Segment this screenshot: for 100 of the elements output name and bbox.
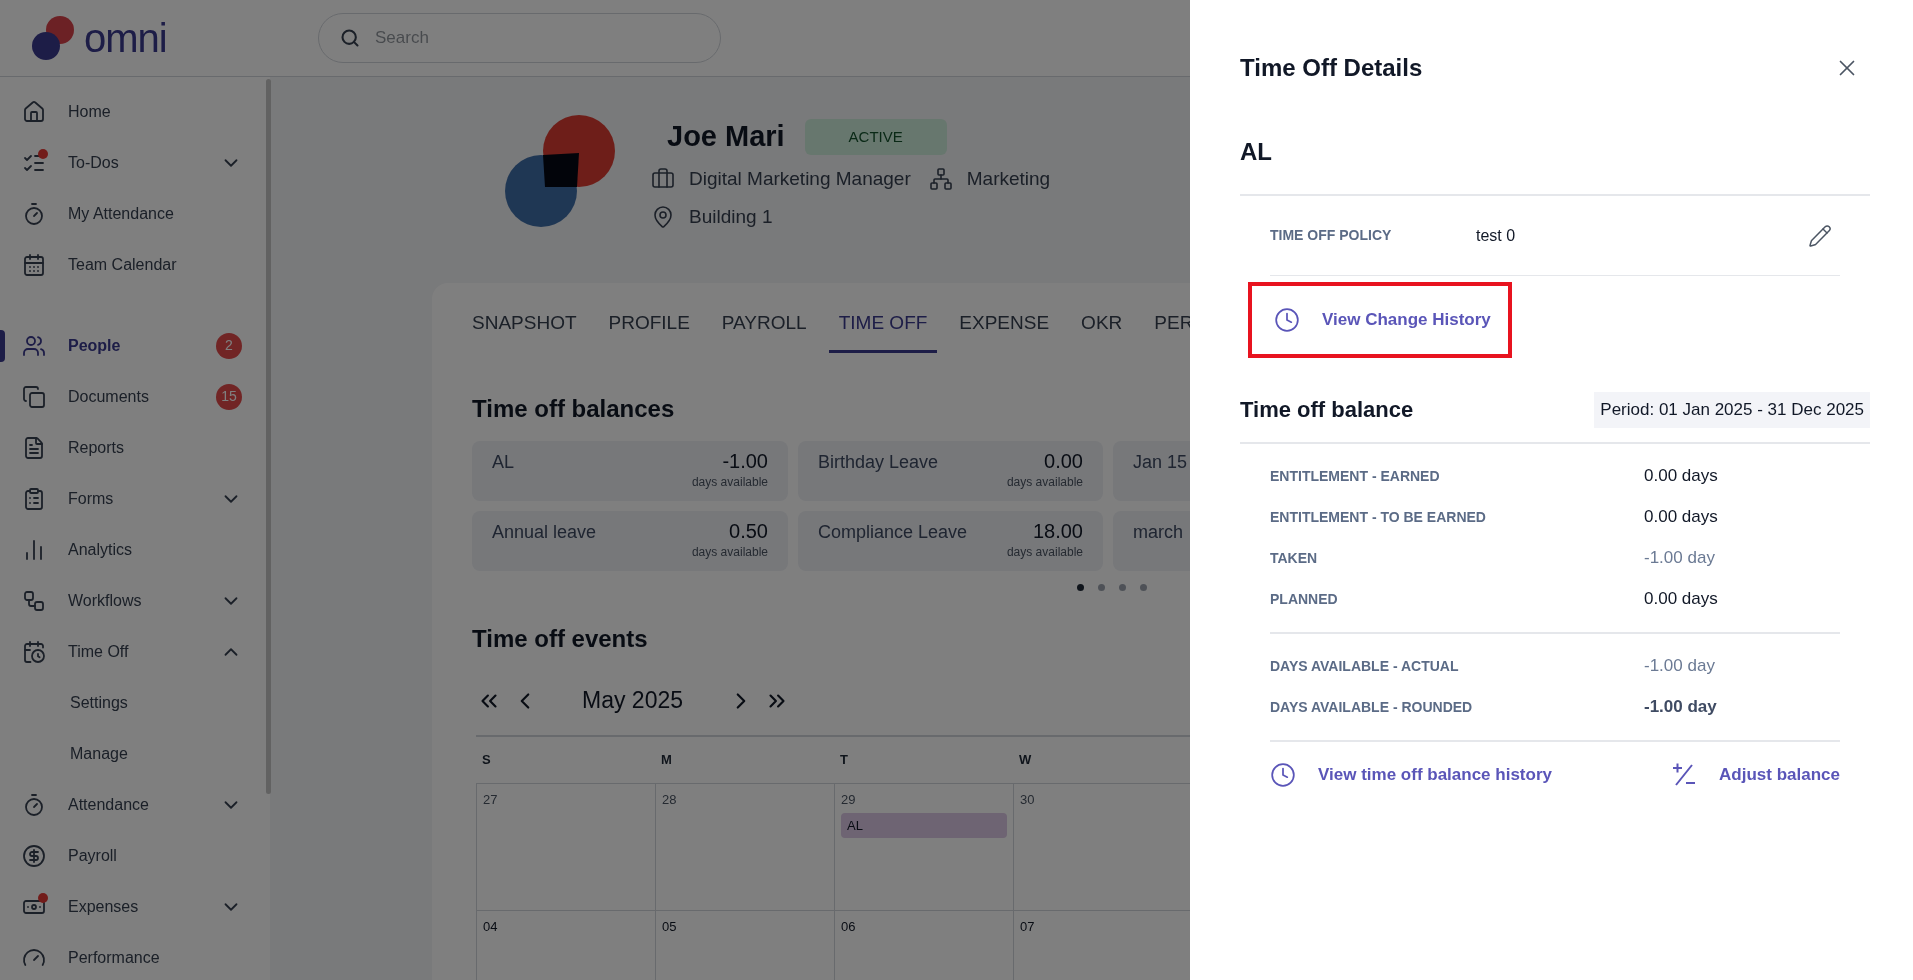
- action-link[interactable]: Adjust balance: [1719, 761, 1840, 788]
- section-title: Time off balance: [1240, 396, 1414, 425]
- balance-unit: days available: [691, 473, 768, 491]
- balance-amount: 0.00 days: [1644, 465, 1718, 488]
- department: Marketing: [966, 166, 1051, 191]
- sidebar-item[interactable]: Performance: [0, 932, 260, 980]
- calendar-icon: [22, 252, 46, 277]
- day-number: 04: [483, 917, 499, 936]
- calendar-day[interactable]: 28: [655, 783, 834, 910]
- employee-name: Joe Mari: [667, 119, 785, 154]
- balance-label: TAKEN: [1270, 548, 1319, 568]
- stopwatch-icon: [22, 201, 46, 226]
- policy-value: test 0: [1476, 225, 1517, 246]
- calendar-day[interactable]: 27: [476, 783, 655, 910]
- balance-amount: -1.00 day: [1644, 547, 1715, 570]
- field-label: TIME OFF POLICY: [1270, 226, 1393, 245]
- sidebar-item[interactable]: Time Off: [0, 626, 260, 677]
- tab[interactable]: SNAPSHOT: [462, 309, 587, 353]
- balance-card[interactable]: Birthday Leave 0.00 days available: [798, 440, 1103, 501]
- balance-amount: 0.00 days: [1644, 588, 1718, 611]
- sidebar-item[interactable]: My Attendance: [0, 188, 260, 239]
- sidebar-item[interactable]: Attendance: [0, 779, 260, 830]
- leave-type: Birthday Leave: [818, 450, 939, 474]
- location-icon: [651, 205, 675, 230]
- sidebar-item[interactable]: Documents 15: [0, 371, 260, 422]
- sidebar-item[interactable]: Workflows: [0, 575, 260, 626]
- avatar-icon: [505, 115, 615, 227]
- balance-amount: 0.00 days: [1644, 506, 1718, 529]
- balance-label: ENTITLEMENT - EARNED: [1270, 466, 1441, 486]
- clock-icon: [1274, 307, 1300, 333]
- leave-type: Jan 15: [1133, 450, 1188, 474]
- balance-value: 0.00: [1044, 448, 1083, 473]
- balance-label: PLANNED: [1270, 589, 1339, 609]
- section-title: Time off balances: [472, 393, 675, 424]
- edit-icon[interactable]: [1808, 223, 1832, 248]
- sidebar-item[interactable]: Team Calendar: [0, 239, 260, 290]
- calendar-day[interactable]: 29 AL: [834, 783, 1013, 910]
- balance-value: 0.50: [729, 518, 768, 543]
- people-icon: [22, 333, 46, 358]
- calendar-clock-icon: [22, 639, 46, 664]
- policy-code: AL: [1240, 137, 1273, 167]
- balance-value: 18.00: [1032, 518, 1083, 543]
- balance-label: ENTITLEMENT - TO BE EARNED: [1270, 507, 1487, 527]
- section-title: Time off events: [472, 623, 648, 654]
- sidebar-item[interactable]: Home: [0, 86, 260, 137]
- clipboard-icon: [22, 486, 46, 511]
- tab[interactable]: EXPENSE: [949, 309, 1060, 353]
- leave-type: Annual leave: [492, 520, 597, 544]
- sidebar-item[interactable]: Reports: [0, 422, 260, 473]
- balance-unit: days available: [1006, 543, 1083, 561]
- day-number: 28: [662, 790, 678, 809]
- day-number: 30: [1020, 790, 1036, 809]
- briefcase-icon: [651, 166, 675, 191]
- sidebar-subitem[interactable]: Settings: [0, 677, 270, 728]
- balance-unit: days available: [691, 543, 768, 561]
- weekday-label: W: [1018, 750, 1033, 769]
- tab[interactable]: PROFILE: [598, 309, 700, 353]
- plus-minus-icon: [1671, 761, 1698, 788]
- clock-icon: [1270, 761, 1296, 788]
- tab[interactable]: TIME OFF: [828, 309, 938, 353]
- search-field[interactable]: Search: [318, 13, 721, 63]
- day-number: 29: [841, 790, 857, 809]
- weekday-label: T: [839, 750, 849, 769]
- calendar-day[interactable]: 05: [655, 910, 834, 980]
- calendar-day[interactable]: 04: [476, 910, 655, 980]
- sidebar-subitem[interactable]: Manage: [0, 728, 270, 779]
- documents-icon: [22, 384, 46, 409]
- action-link[interactable]: View time off balance history: [1318, 761, 1552, 788]
- tab[interactable]: OKR: [1071, 309, 1133, 353]
- sidebar-item[interactable]: Analytics: [0, 524, 260, 575]
- balance-amount: -1.00 day: [1644, 696, 1717, 719]
- balance-card[interactable]: Compliance Leave 18.00 days available: [798, 510, 1103, 571]
- dollar-icon: [22, 843, 46, 868]
- balance-card[interactable]: Annual leave 0.50 days available: [472, 510, 788, 571]
- sidebar-item[interactable]: People 2: [0, 320, 260, 371]
- document-icon: [22, 435, 46, 460]
- sidebar-item[interactable]: To-Dos: [0, 137, 260, 188]
- stopwatch-icon: [22, 792, 46, 817]
- leave-type: AL: [492, 450, 515, 474]
- balance-unit: days available: [1006, 473, 1083, 491]
- leave-type: march: [1133, 520, 1183, 544]
- change-history-link[interactable]: View Change History: [1322, 307, 1491, 333]
- calendar-day[interactable]: 06: [834, 910, 1013, 980]
- sidebar-item[interactable]: Forms: [0, 473, 260, 524]
- home-icon: [22, 99, 46, 124]
- weekday-label: S: [481, 750, 492, 769]
- search-icon: [340, 28, 360, 48]
- balance-card[interactable]: AL -1.00 days available: [472, 440, 788, 501]
- calendar-event[interactable]: AL: [841, 813, 1007, 838]
- leave-type: Compliance Leave: [818, 520, 968, 544]
- sidebar-item[interactable]: Payroll: [0, 830, 260, 881]
- workflow-icon: [22, 588, 46, 613]
- sidebar-item[interactable]: Expenses: [0, 881, 260, 932]
- logo-text: omni: [84, 18, 167, 58]
- balance-amount: -1.00 day: [1644, 655, 1715, 678]
- day-number: 07: [1020, 917, 1036, 936]
- drawer-title: Time Off Details: [1240, 53, 1423, 83]
- tab[interactable]: PAYROLL: [711, 309, 817, 353]
- day-number: 06: [841, 917, 857, 936]
- day-number: 27: [483, 790, 499, 809]
